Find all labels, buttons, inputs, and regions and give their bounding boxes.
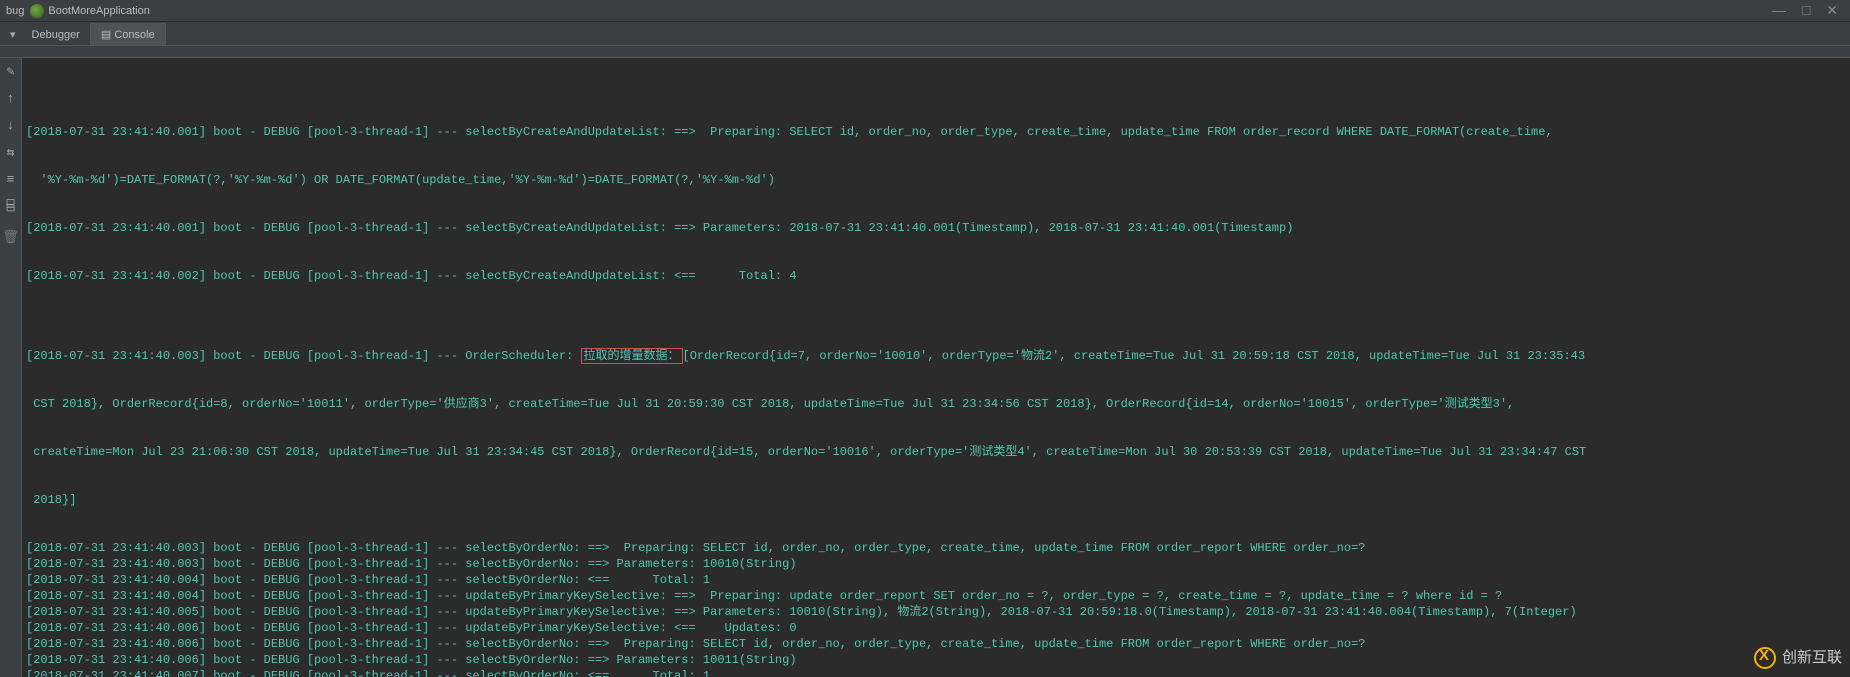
filter-icon[interactable]: ⌸ xyxy=(0,199,21,214)
window-buttons[interactable]: — □ ✕ xyxy=(1772,2,1844,19)
log-line: [2018-07-31 23:41:40.001] boot - DEBUG [… xyxy=(26,220,1850,236)
log-line: [2018-07-31 23:41:40.006] boot - DEBUG [… xyxy=(26,652,1850,668)
highlighted-label: 拉取的增量数据： xyxy=(581,348,683,364)
tab-debugger[interactable]: Debugger xyxy=(22,25,90,45)
log-line: '%Y-%m-%d')=DATE_FORMAT(?,'%Y-%m-%d') OR… xyxy=(26,172,1850,188)
highlighted-sql-block: [2018-07-31 23:41:40.001] boot - DEBUG [… xyxy=(26,92,1850,316)
console-gutter: ✎ ↑ ↓ ⇆ ≡ ⌸ 🗑 xyxy=(0,58,22,677)
log-line: 2018}] xyxy=(26,492,1850,508)
log-line: [2018-07-31 23:41:40.006] boot - DEBUG [… xyxy=(26,620,1850,636)
log-line: [2018-07-31 23:41:40.003] boot - DEBUG [… xyxy=(26,348,1850,364)
log-line: [2018-07-31 23:41:40.003] boot - DEBUG [… xyxy=(26,556,1850,572)
edit-icon[interactable]: ✎ xyxy=(0,64,21,79)
log-line: [2018-07-31 23:41:40.002] boot - DEBUG [… xyxy=(26,268,1850,284)
down-icon[interactable]: ↓ xyxy=(0,118,21,133)
log-line: [2018-07-31 23:41:40.004] boot - DEBUG [… xyxy=(26,588,1850,604)
console-output[interactable]: [2018-07-31 23:41:40.001] boot - DEBUG [… xyxy=(22,58,1850,677)
log-line: [2018-07-31 23:41:40.007] boot - DEBUG [… xyxy=(26,668,1850,677)
debug-tab-strip: ▾ Debugger ▤ Console xyxy=(0,22,1850,46)
watermark-icon xyxy=(1754,647,1776,669)
wrap-icon[interactable]: ⇆ xyxy=(0,145,21,160)
rows-icon[interactable]: ≡ xyxy=(0,172,21,187)
app-name: BootMoreApplication xyxy=(48,5,150,17)
up-icon[interactable]: ↑ xyxy=(0,91,21,106)
watermark: 创新互联 xyxy=(1754,647,1842,669)
title-prefix: bug xyxy=(6,5,24,17)
log-line: [2018-07-31 23:41:40.006] boot - DEBUG [… xyxy=(26,636,1850,652)
tab-dropdown-icon[interactable]: ▾ xyxy=(4,24,22,45)
app-icon xyxy=(30,4,44,18)
console-icon: ▤ xyxy=(101,29,114,41)
tab-console[interactable]: ▤ Console xyxy=(90,23,166,45)
log-line: [2018-07-31 23:41:40.005] boot - DEBUG [… xyxy=(26,604,1850,620)
log-line: [2018-07-31 23:41:40.001] boot - DEBUG [… xyxy=(26,124,1850,140)
trash-icon[interactable]: 🗑 xyxy=(0,230,21,245)
log-line: [2018-07-31 23:41:40.003] boot - DEBUG [… xyxy=(26,540,1850,556)
log-line: [2018-07-31 23:41:40.004] boot - DEBUG [… xyxy=(26,572,1850,588)
window-title-bar: bug BootMoreApplication — □ ✕ xyxy=(0,0,1850,22)
log-line: createTime=Mon Jul 23 21:06:30 CST 2018,… xyxy=(26,444,1850,460)
log-line: CST 2018}, OrderRecord{id=8, orderNo='10… xyxy=(26,396,1850,412)
console-toolbar xyxy=(0,46,1850,58)
